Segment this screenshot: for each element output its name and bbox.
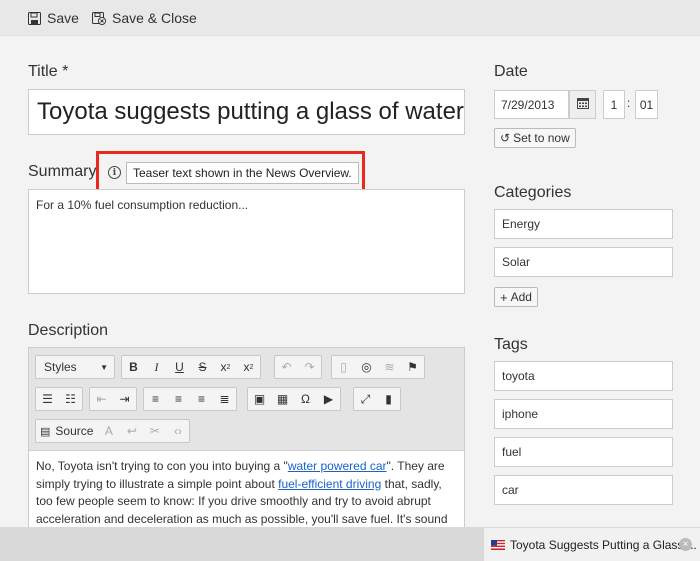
top-toolbar: Save Save & Close	[0, 0, 700, 36]
open-document-tab[interactable]: Toyota Suggests Putting a Glass ...	[484, 528, 700, 561]
tag-item[interactable]: toyota	[494, 361, 673, 391]
title-label: Title *	[28, 63, 69, 80]
editor-toolbar: Styles ▼ B I U S x2 x2 ↶ ↷ ▯ ◎ ≋ ⚑ ☰ ☷ ⇤	[29, 348, 464, 451]
styles-label: Styles	[44, 360, 77, 374]
insert-group-2: ▣ ▦ Ω ▶	[247, 387, 341, 411]
strikethrough-icon[interactable]: S	[191, 356, 214, 378]
youtube-icon[interactable]: ▶	[317, 388, 340, 410]
set-to-now-button[interactable]: ↺ Set to now	[494, 128, 576, 148]
list-group: ☰ ☷	[35, 387, 83, 411]
close-icon[interactable]: ×	[679, 538, 692, 551]
align-center-icon[interactable]: ≡	[167, 388, 190, 410]
indent-icon[interactable]: ⇥	[113, 388, 136, 410]
us-flag-icon	[491, 539, 505, 550]
align-group: ≡ ≡ ≡ ≣	[143, 387, 237, 411]
source-button[interactable]: ▤ Source	[36, 424, 97, 438]
align-left-icon[interactable]: ≡	[144, 388, 167, 410]
maximize-icon[interactable]: ⤢	[354, 388, 377, 410]
align-right-icon[interactable]: ≡	[190, 388, 213, 410]
save-label: Save	[47, 10, 79, 26]
floppy-disk-close-icon	[92, 11, 106, 25]
styles-dropdown[interactable]: Styles ▼	[35, 355, 115, 379]
code-icon[interactable]: ‹›	[166, 420, 189, 442]
add-category-button[interactable]: + Add	[494, 287, 538, 307]
summary-textarea[interactable]: For a 10% fuel consumption reduction...	[28, 189, 465, 294]
tags-label: Tags	[494, 336, 528, 353]
body-text-1: No, Toyota isn't trying to con you into …	[36, 459, 288, 473]
save-close-button[interactable]: Save & Close	[92, 9, 197, 27]
align-justify-icon[interactable]: ≣	[213, 388, 236, 410]
spellcheck-icon[interactable]: A	[97, 420, 120, 442]
format-group: B I U S x2 x2	[121, 355, 261, 379]
hour-input[interactable]: 1	[603, 90, 625, 119]
tag-item[interactable]: fuel	[494, 437, 673, 467]
special-char-icon[interactable]: Ω	[294, 388, 317, 410]
page-icon[interactable]: ▯	[332, 356, 355, 378]
date-label: Date	[494, 63, 528, 80]
redo-icon[interactable]: ↷	[298, 356, 321, 378]
undo-link-icon[interactable]: ↩	[120, 420, 143, 442]
category-item[interactable]: Solar	[494, 247, 673, 277]
category-item[interactable]: Energy	[494, 209, 673, 239]
unlink-icon[interactable]: ≋	[378, 356, 401, 378]
numbered-list-icon[interactable]: ☰	[36, 388, 59, 410]
description-label: Description	[28, 322, 109, 339]
calendar-icon	[576, 96, 589, 114]
source-label: Source	[55, 424, 94, 438]
subscript-icon[interactable]: x2	[214, 356, 237, 378]
chevron-down-icon: ▼	[100, 362, 108, 372]
plus-icon: +	[500, 289, 508, 305]
source-icon: ▤	[40, 425, 51, 438]
tag-item[interactable]: iphone	[494, 399, 673, 429]
floppy-disk-icon	[28, 11, 41, 25]
insert-group-1: ▯ ◎ ≋ ⚑	[331, 355, 425, 379]
save-close-label: Save & Close	[112, 10, 197, 26]
summary-tooltip: Teaser text shown in the News Overview.	[126, 162, 359, 184]
paste-icon[interactable]: ✂	[143, 420, 166, 442]
minute-input[interactable]: 01	[635, 90, 658, 119]
summary-label: Summary	[28, 163, 97, 180]
bulleted-list-icon[interactable]: ☷	[59, 388, 82, 410]
bold-icon[interactable]: B	[122, 356, 145, 378]
add-label: Add	[510, 290, 532, 304]
view-group: ⤢ ▮	[353, 387, 401, 411]
table-icon[interactable]: ▦	[271, 388, 294, 410]
info-icon[interactable]: i	[108, 166, 121, 179]
image-icon[interactable]: ▣	[248, 388, 271, 410]
underline-icon[interactable]: U	[168, 356, 191, 378]
date-input[interactable]: 7/29/2013	[494, 90, 569, 119]
tag-item[interactable]: car	[494, 475, 673, 505]
refresh-icon: ↺	[500, 131, 511, 145]
source-group: ▤ Source A ↩ ✂ ‹›	[35, 419, 191, 443]
italic-icon[interactable]: I	[145, 356, 168, 378]
title-input[interactable]: Toyota suggests putting a glass of water	[28, 89, 465, 135]
history-group: ↶ ↷	[274, 355, 322, 379]
outdent-icon[interactable]: ⇤	[90, 388, 113, 410]
undo-icon[interactable]: ↶	[275, 356, 298, 378]
save-button[interactable]: Save	[28, 9, 79, 27]
categories-label: Categories	[494, 184, 572, 201]
show-blocks-icon[interactable]: ▮	[377, 388, 400, 410]
editor-content[interactable]: No, Toyota isn't trying to con you into …	[36, 458, 456, 528]
fuel-efficient-driving-link[interactable]: fuel-efficient driving	[278, 477, 381, 491]
anchor-flag-icon[interactable]: ⚑	[401, 356, 424, 378]
superscript-icon[interactable]: x2	[237, 356, 260, 378]
water-powered-car-link[interactable]: water powered car	[288, 459, 387, 473]
set-to-now-label: Set to now	[513, 131, 570, 145]
indent-group: ⇤ ⇥	[89, 387, 137, 411]
tab-label: Toyota Suggests Putting a Glass ...	[510, 538, 697, 552]
calendar-button[interactable]	[569, 90, 596, 119]
time-separator: :	[627, 96, 631, 110]
link-icon[interactable]: ◎	[355, 356, 378, 378]
